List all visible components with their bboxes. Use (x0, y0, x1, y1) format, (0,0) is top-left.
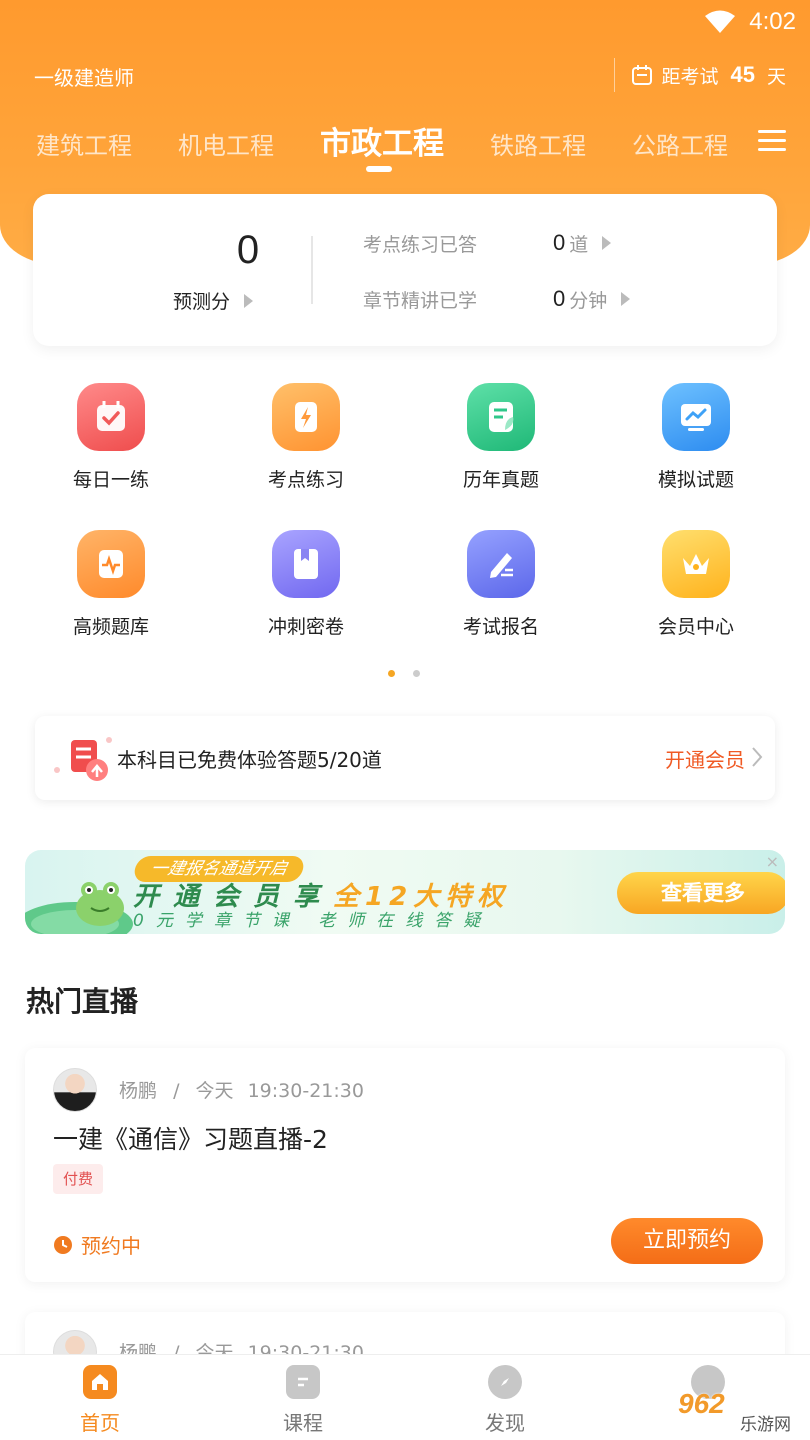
grid-member-center[interactable]: 会员中心 (616, 530, 776, 660)
nav-label: 发现 (485, 1411, 525, 1435)
predicted-score: 0 (236, 228, 260, 272)
reservation-status: 预约中 (53, 1230, 141, 1259)
watermark-logo: 962 (678, 1388, 725, 1419)
see-more-button[interactable]: 查看更多 (617, 872, 785, 914)
nav-home[interactable]: 首页 (50, 1365, 150, 1436)
arrow-right-icon (602, 236, 612, 250)
grid-label: 每日一练 (72, 469, 149, 491)
lecture-value: 0 (553, 286, 566, 311)
predicted-score-label: 预测分 (173, 291, 231, 313)
avatar (53, 1068, 97, 1112)
lightning-doc-icon (272, 383, 340, 451)
scroll-pulse-icon (77, 530, 145, 598)
live-meta: 杨鹏 / 今天 19:30-21:30 (119, 1076, 364, 1103)
arrow-right-icon (244, 293, 254, 308)
live-card[interactable]: 杨鹏 / 今天 19:30-21:30 一建《通信》习题直播-2 付费 预约中 … (25, 1048, 785, 1282)
grid-label: 考点练习 (267, 469, 344, 491)
course-icon (286, 1365, 320, 1399)
grid-mock-exam[interactable]: 模拟试题 (616, 383, 776, 513)
tab-highway[interactable]: 公路工程 (632, 126, 728, 161)
monitor-chart-icon (662, 383, 730, 451)
grid-daily-practice[interactable]: 每日一练 (31, 383, 191, 513)
grid-label: 历年真题 (462, 469, 539, 491)
document-leaf-icon (467, 383, 535, 451)
divider (311, 236, 313, 304)
section-title: 热门直播 (26, 985, 139, 1018)
paid-badge: 付费 (53, 1164, 104, 1194)
chevron-right-icon (752, 747, 763, 767)
practice-label: 考点练习已答 (363, 233, 478, 256)
close-icon[interactable]: × (766, 852, 779, 871)
live-day: 今天 (195, 1080, 234, 1102)
practice-value: 0 (553, 230, 566, 255)
subject-selector[interactable]: 一级建造师 (34, 62, 134, 91)
free-trial-text: 本科目已免费体验答题5/20道 (117, 748, 382, 772)
free-trial-notice[interactable]: 本科目已免费体验答题5/20道 开通会员 (35, 716, 775, 800)
grid-label: 高频题库 (72, 616, 149, 638)
banner-subline: 0元学章节课 老师在线答疑 (133, 911, 493, 931)
status-bar: 4:02 (0, 0, 810, 44)
teacher-name: 杨鹏 (119, 1080, 158, 1102)
calendar-check-icon (77, 383, 145, 451)
status-text: 预约中 (81, 1234, 141, 1258)
tab-municipal[interactable]: 市政工程 (320, 118, 444, 163)
clock-icon (54, 1235, 72, 1254)
countdown-label: 距考试 (661, 65, 719, 88)
frog-icon (76, 882, 124, 926)
category-tabs: 建筑工程 机电工程 市政工程 铁路工程 公路工程 (0, 112, 810, 182)
countdown-unit: 天 (766, 65, 786, 88)
nav-courses[interactable]: 课程 (253, 1365, 353, 1436)
open-membership-link[interactable]: 开通会员 (665, 744, 745, 773)
exam-countdown[interactable]: 距考试 45 天 (614, 58, 786, 92)
grid-high-frequency[interactable]: 高频题库 (31, 530, 191, 660)
pager-dot-active (388, 670, 395, 677)
practice-stat[interactable]: 考点练习已答 0 道 (363, 228, 643, 258)
nav-label: 首页 (80, 1411, 120, 1435)
active-tab-indicator (366, 166, 392, 172)
lecture-unit: 分钟 (569, 289, 608, 312)
nav-discover[interactable]: 发现 (455, 1365, 555, 1436)
grid-label: 冲刺密卷 (267, 616, 344, 638)
menu-icon[interactable] (758, 130, 786, 154)
tab-building[interactable]: 建筑工程 (36, 126, 132, 161)
lecture-label: 章节精讲已学 (363, 289, 478, 312)
reserve-now-button[interactable]: 立即预约 (611, 1218, 763, 1264)
pen-sign-icon (467, 530, 535, 598)
crown-icon (662, 530, 730, 598)
compass-icon (488, 1365, 522, 1399)
live-time: 19:30-21:30 (247, 1080, 364, 1102)
predicted-score-link[interactable]: 预测分 (173, 287, 254, 314)
tab-mechanical[interactable]: 机电工程 (178, 126, 274, 161)
grid-label: 考试报名 (462, 616, 539, 638)
live-title: 一建《通信》习题直播-2 (53, 1125, 328, 1154)
tab-railway[interactable]: 铁路工程 (490, 126, 586, 161)
pager-dot (413, 670, 420, 677)
book-bookmark-icon (272, 530, 340, 598)
lecture-stat[interactable]: 章节精讲已学 0 分钟 (363, 284, 643, 314)
home-icon (83, 1365, 117, 1399)
grid-label: 模拟试题 (657, 469, 734, 491)
membership-banner[interactable]: 一建报名通道开启 开通会员享全12大特权 0元学章节课 老师在线答疑 查看更多 … (25, 850, 785, 934)
document-upload-icon (54, 737, 112, 781)
arrow-right-icon (621, 292, 631, 306)
grid-topic-practice[interactable]: 考点练习 (226, 383, 386, 513)
grid-sprint-papers[interactable]: 冲刺密卷 (226, 530, 386, 660)
wifi-icon (705, 10, 735, 33)
watermark-text: 乐游网 (740, 1415, 791, 1434)
countdown-days: 45 (730, 62, 755, 87)
site-watermark: 962 乐游网 (674, 1388, 810, 1440)
grid-label: 会员中心 (657, 616, 734, 638)
grid-past-papers[interactable]: 历年真题 (421, 383, 581, 513)
grid-exam-registration[interactable]: 考试报名 (421, 530, 581, 660)
practice-unit: 道 (569, 233, 589, 256)
calendar-icon (632, 65, 653, 85)
meta-separator: / (173, 1080, 180, 1102)
stats-card: 0 预测分 考点练习已答 0 道 章节精讲已学 0 分钟 (33, 194, 777, 346)
status-time: 4:02 (749, 8, 796, 35)
nav-label: 课程 (283, 1411, 323, 1435)
